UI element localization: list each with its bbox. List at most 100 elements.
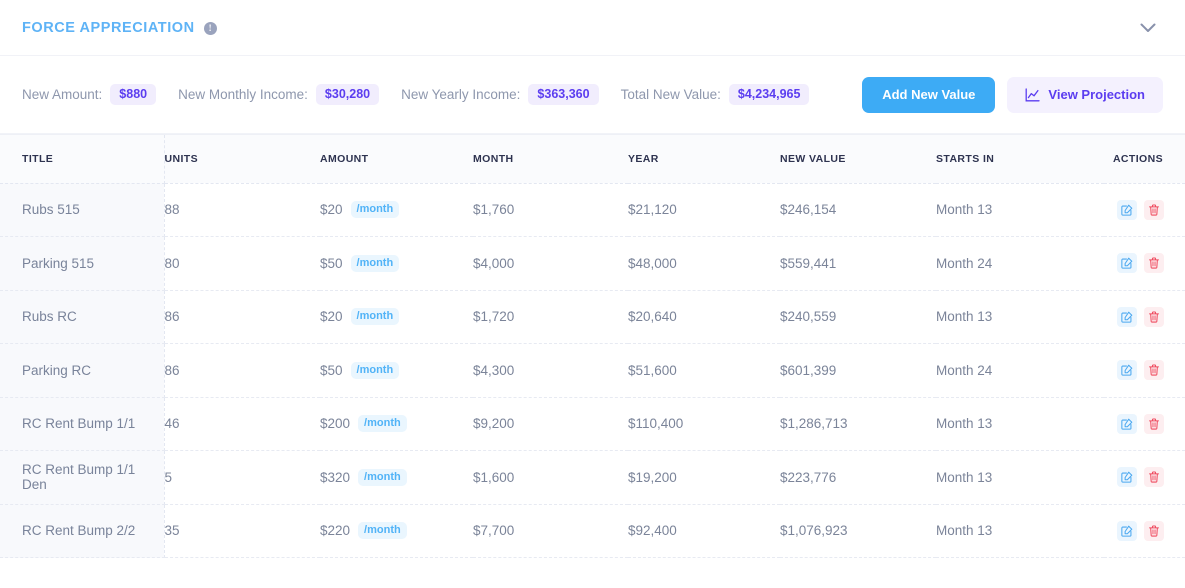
cell-actions	[1104, 236, 1185, 291]
values-table: TITLE UNITS AMOUNT MONTH YEAR NEW VALUE …	[0, 135, 1185, 558]
delete-row-button[interactable]	[1144, 199, 1164, 220]
column-header-amount[interactable]: AMOUNT	[320, 135, 473, 184]
table-row[interactable]: Rubs 515 88 $20/month $1,760 $21,120 $246,154…	[0, 183, 1185, 237]
panel-header: FORCE APPRECIATION !	[0, 0, 1185, 55]
metric-new-yearly-income: New Yearly Income: $363,360	[401, 84, 599, 105]
delete-row-button[interactable]	[1144, 413, 1164, 434]
table-row[interactable]: RC Rent Bump 1/1 46 $200/month $9,200 $110,4…	[0, 397, 1185, 451]
metric-value: $880	[110, 84, 157, 105]
column-header-starts-in[interactable]: STARTS IN	[936, 135, 1104, 184]
edit-row-button[interactable]	[1117, 199, 1137, 220]
edit-icon	[1121, 471, 1133, 483]
cell-units: 88	[164, 183, 320, 237]
metric-new-monthly-income: New Monthly Income: $30,280	[178, 84, 380, 105]
column-header-title[interactable]: TITLE	[0, 135, 165, 184]
force-appreciation-panel: FORCE APPRECIATION ! New Amount: $880 Ne…	[0, 0, 1185, 588]
cell-amount: $20/month	[320, 183, 473, 237]
cell-year: $51,600	[628, 343, 780, 398]
edit-row-button[interactable]	[1117, 360, 1137, 381]
collapse-panel-button[interactable]	[1135, 15, 1161, 41]
edit-row-button[interactable]	[1117, 253, 1137, 274]
cell-actions	[1104, 290, 1185, 344]
trash-icon	[1149, 471, 1159, 483]
cell-actions	[1104, 450, 1185, 505]
delete-row-button[interactable]	[1144, 467, 1164, 488]
table-row[interactable]: Parking RC 86 $50/month $4,300 $51,600 $601,3…	[0, 343, 1185, 398]
cell-starts-in: Month 24	[936, 343, 1104, 398]
metric-value: $30,280	[315, 84, 380, 105]
trash-icon	[1149, 525, 1159, 537]
edit-icon	[1121, 311, 1133, 323]
cell-amount: $220/month	[320, 504, 473, 558]
cell-starts-in: Month 13	[936, 183, 1104, 237]
table-row[interactable]: RC Rent Bump 2/2 35 $220/month $7,700 $92,40…	[0, 504, 1185, 558]
column-header-year[interactable]: YEAR	[628, 135, 780, 184]
metric-label: Total New Value:	[620, 87, 721, 102]
summary-bar: New Amount: $880 New Monthly Income: $30…	[0, 55, 1185, 135]
delete-row-button[interactable]	[1144, 253, 1164, 274]
cell-title: RC Rent Bump 2/2	[0, 504, 165, 558]
table-row[interactable]: RC Rent Bump 1/1 Den 5 $320/month $1,600 $19…	[0, 450, 1185, 505]
cell-actions	[1104, 343, 1185, 398]
edit-icon	[1121, 418, 1133, 430]
delete-row-button[interactable]	[1144, 306, 1164, 327]
metric-total-new-value: Total New Value: $4,234,965	[621, 84, 810, 105]
metric-value: $4,234,965	[728, 84, 810, 105]
cell-year: $48,000	[628, 236, 780, 291]
cell-year: $21,120	[628, 183, 780, 237]
cell-month: $1,720	[473, 290, 628, 344]
table-header-row: TITLE UNITS AMOUNT MONTH YEAR NEW VALUE …	[0, 135, 1185, 184]
metric-new-amount: New Amount: $880	[22, 84, 157, 105]
table-body: Rubs 515 88 $20/month $1,760 $21,120 $246,154…	[0, 183, 1185, 558]
amount-value: $320	[320, 469, 351, 485]
cell-month: $1,600	[473, 450, 628, 505]
edit-row-button[interactable]	[1117, 520, 1137, 541]
cell-actions	[1104, 397, 1185, 451]
cell-year: $19,200	[628, 450, 780, 505]
metric-value: $363,360	[528, 84, 599, 105]
period-badge: /month	[358, 415, 407, 433]
info-icon[interactable]: !	[203, 22, 217, 35]
column-header-month[interactable]: MONTH	[473, 135, 628, 184]
cell-new-value: $1,286,713	[780, 397, 936, 451]
metric-label: New Amount:	[22, 87, 103, 102]
delete-row-button[interactable]	[1144, 360, 1164, 381]
amount-value: $220	[320, 523, 351, 539]
trash-icon	[1149, 418, 1159, 430]
amount-value: $50	[320, 362, 343, 378]
edit-row-button[interactable]	[1117, 467, 1137, 488]
view-projection-label: View Projection	[1048, 87, 1145, 102]
cell-units: 86	[164, 290, 320, 344]
period-badge: /month	[350, 308, 400, 326]
cell-units: 86	[164, 343, 320, 398]
cell-title: Rubs 515	[0, 183, 165, 237]
table-row[interactable]: Parking 515 80 $50/month $4,000 $48,000 $559,…	[0, 236, 1185, 291]
view-projection-button[interactable]: View Projection	[1007, 76, 1163, 113]
table-row[interactable]: Rubs RC 86 $20/month $1,720 $20,640 $240,559 M…	[0, 290, 1185, 344]
amount-value: $200	[320, 416, 351, 432]
column-header-new-value[interactable]: NEW VALUE	[780, 135, 936, 184]
edit-icon	[1121, 525, 1133, 537]
cell-starts-in: Month 13	[936, 290, 1104, 344]
cell-units: 35	[164, 504, 320, 558]
delete-row-button[interactable]	[1144, 520, 1164, 541]
column-header-units[interactable]: UNITS	[164, 135, 320, 184]
add-new-value-button[interactable]: Add New Value	[862, 76, 996, 113]
cell-title: Parking 515	[0, 236, 165, 291]
cell-new-value: $223,776	[780, 450, 936, 505]
cell-starts-in: Month 13	[936, 504, 1104, 558]
cell-title: Parking RC	[0, 343, 165, 398]
edit-row-button[interactable]	[1117, 306, 1137, 327]
cell-new-value: $1,076,923	[780, 504, 936, 558]
trash-icon	[1149, 364, 1159, 376]
period-badge: /month	[358, 468, 407, 486]
trash-icon	[1149, 204, 1159, 216]
period-badge: /month	[350, 361, 400, 379]
cell-actions	[1104, 183, 1185, 237]
edit-icon	[1121, 204, 1133, 216]
cell-month: $4,300	[473, 343, 628, 398]
cell-month: $7,700	[473, 504, 628, 558]
panel-actions: Add New Value View Projection	[862, 76, 1163, 113]
edit-row-button[interactable]	[1117, 413, 1137, 434]
period-badge: /month	[350, 201, 400, 219]
